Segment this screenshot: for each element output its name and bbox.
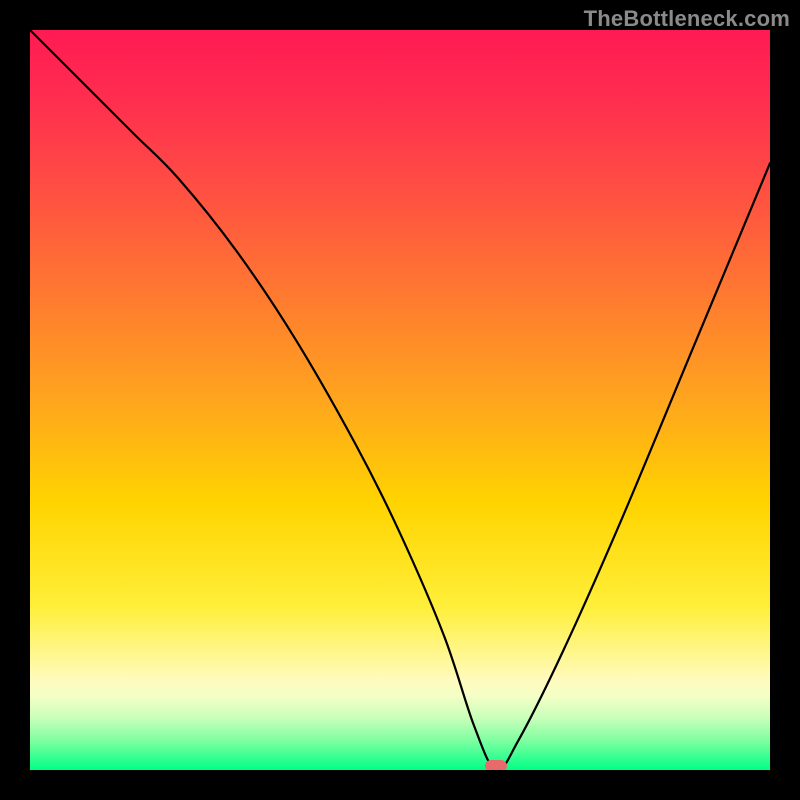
optimum-marker [485,760,507,770]
bottleneck-curve [30,30,770,770]
chart-frame: TheBottleneck.com [0,0,800,800]
watermark-text: TheBottleneck.com [584,6,790,32]
plot-area [30,30,770,770]
curve-svg [30,30,770,770]
